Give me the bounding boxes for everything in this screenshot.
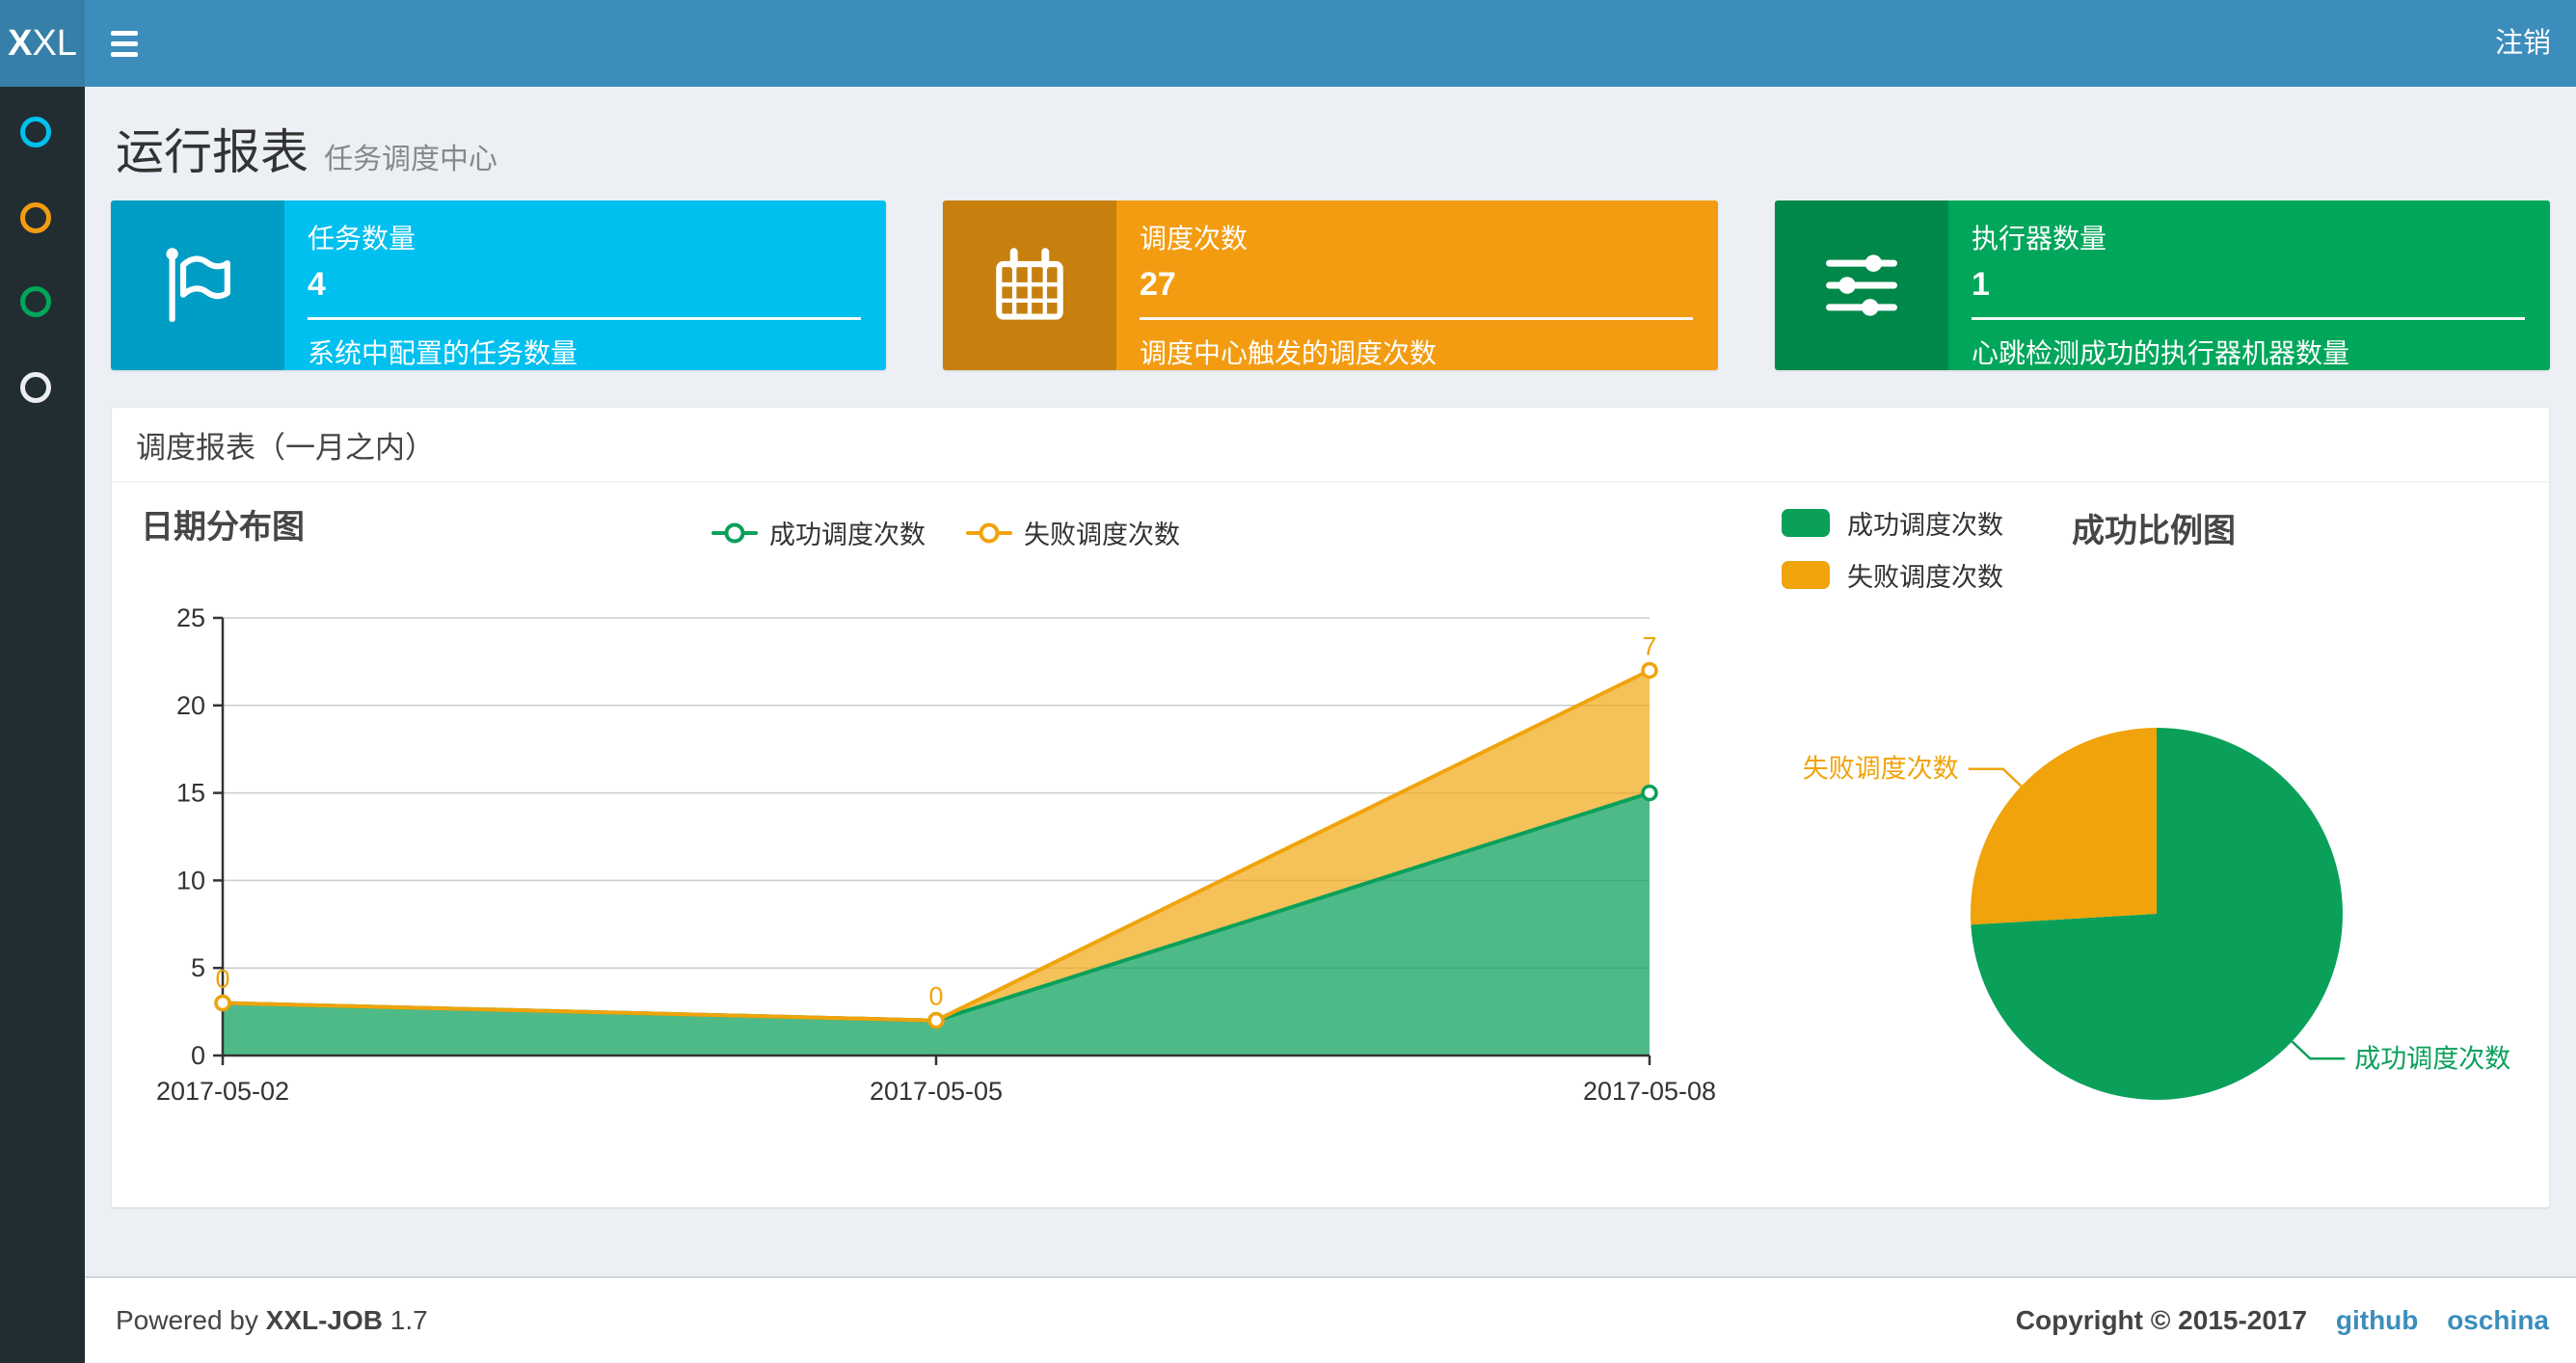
sliders-icon (1775, 200, 1948, 370)
logout-link[interactable]: 注销 (2495, 0, 2551, 87)
date-distribution-area-chart[interactable]: 05101520252017-05-02 2017-05-05 2017-05-08… (112, 483, 1741, 1206)
stat-title: 执行器数量 (1972, 224, 2107, 254)
stat-card-job-count: 任务数量 4 系统中配置的任务数量 (111, 200, 886, 370)
sidebar-item-logs[interactable] (0, 286, 85, 348)
svg-text:成功调度次数: 成功调度次数 (2354, 1044, 2510, 1073)
panel-body: 日期分布图 成功调度次数 失败调度次数 0 5 10 15 20 25 2017-05-02… (112, 483, 2549, 1206)
powered-by-text: Powered by XXL-JOB 1.7 (116, 1305, 428, 1335)
divider (1972, 317, 2525, 320)
stat-value: 1 (1972, 266, 1990, 303)
brand-version: 1.7 (389, 1305, 428, 1335)
svg-text:0: 0 (191, 1041, 205, 1070)
svg-text:20: 20 (176, 691, 205, 720)
stat-description: 系统中配置的任务数量 (308, 338, 578, 368)
stat-cards-row: 任务数量 4 系统中配置的任务数量 调度次数 27 调度中心触发的调度次数 执行… (111, 200, 2550, 370)
success-ratio-pie-chart[interactable]: 成功调度次数 失败调度次数 (1780, 483, 2551, 1206)
copyright-text: Copyright © 2015-2017 (2015, 1305, 2308, 1335)
svg-text:0: 0 (928, 982, 943, 1011)
circle-o-icon (20, 117, 51, 147)
oschina-link[interactable]: oschina (2447, 1305, 2549, 1335)
hamburger-icon (111, 30, 138, 36)
app-logo[interactable]: XXL (0, 0, 85, 87)
logo-bold-text: X (8, 23, 33, 64)
stat-title: 调度次数 (1140, 224, 1248, 254)
svg-text:2017-05-02: 2017-05-02 (156, 1077, 289, 1106)
divider (308, 317, 861, 320)
stat-description: 调度中心触发的调度次数 (1140, 338, 1437, 368)
sidebar-item-jobs[interactable] (0, 202, 85, 264)
page-footer: Powered by XXL-JOB 1.7 Copyright © 2015-… (85, 1276, 2576, 1363)
circle-o-icon (20, 372, 51, 403)
svg-text:2017-05-08: 2017-05-08 (1583, 1077, 1716, 1106)
brand-name: XXL-JOB (265, 1305, 384, 1335)
svg-text:25: 25 (176, 603, 205, 632)
page-subtitle: 任务调度中心 (324, 144, 497, 175)
stat-title: 任务数量 (308, 224, 416, 254)
stat-description: 心跳检测成功的执行器机器数量 (1972, 338, 2350, 368)
svg-text:0: 0 (215, 965, 229, 994)
divider (1140, 317, 1693, 320)
xxl-job-dashboard: XXL 注销 运行报表 任务调度中心 任务数量 4 系统中配置的任务数量 调度次… (0, 0, 2576, 1363)
sidebar (0, 87, 85, 1363)
copyright-area: Copyright © 2015-2017 github oschina (2016, 1305, 2549, 1336)
stat-card-trigger-count: 调度次数 27 调度中心触发的调度次数 (943, 200, 1718, 370)
svg-text:失败调度次数: 失败调度次数 (1803, 755, 1959, 784)
stat-card-executor-count: 执行器数量 1 心跳检测成功的执行器机器数量 (1775, 200, 2550, 370)
circle-o-icon (20, 202, 51, 233)
sidebar-item-report[interactable] (0, 117, 85, 178)
page-header: 运行报表 任务调度中心 (116, 114, 497, 183)
panel-header: 调度报表（一月之内） (112, 408, 2549, 483)
page-title: 运行报表 (116, 125, 309, 179)
svg-text:10: 10 (176, 866, 205, 895)
stat-value: 27 (1140, 266, 1176, 303)
calendar-icon (943, 200, 1116, 370)
svg-text:5: 5 (191, 953, 205, 982)
svg-text:7: 7 (1642, 631, 1656, 660)
circle-o-icon (20, 286, 51, 317)
svg-text:2017-05-05: 2017-05-05 (870, 1077, 1003, 1106)
top-navbar: XXL 注销 (0, 0, 2576, 87)
report-panel: 调度报表（一月之内） 日期分布图 成功调度次数 失败调度次数 0 5 10 15 20 2… (111, 407, 2550, 1208)
sidebar-toggle-button[interactable] (85, 0, 164, 87)
sidebar-item-help[interactable] (0, 372, 85, 434)
logo-light-text: XL (32, 23, 77, 64)
github-link[interactable]: github (2336, 1305, 2419, 1335)
stat-value: 4 (308, 266, 326, 303)
panel-title: 调度报表（一月之内） (136, 430, 435, 465)
svg-text:15: 15 (176, 779, 205, 808)
flag-icon (111, 200, 284, 370)
